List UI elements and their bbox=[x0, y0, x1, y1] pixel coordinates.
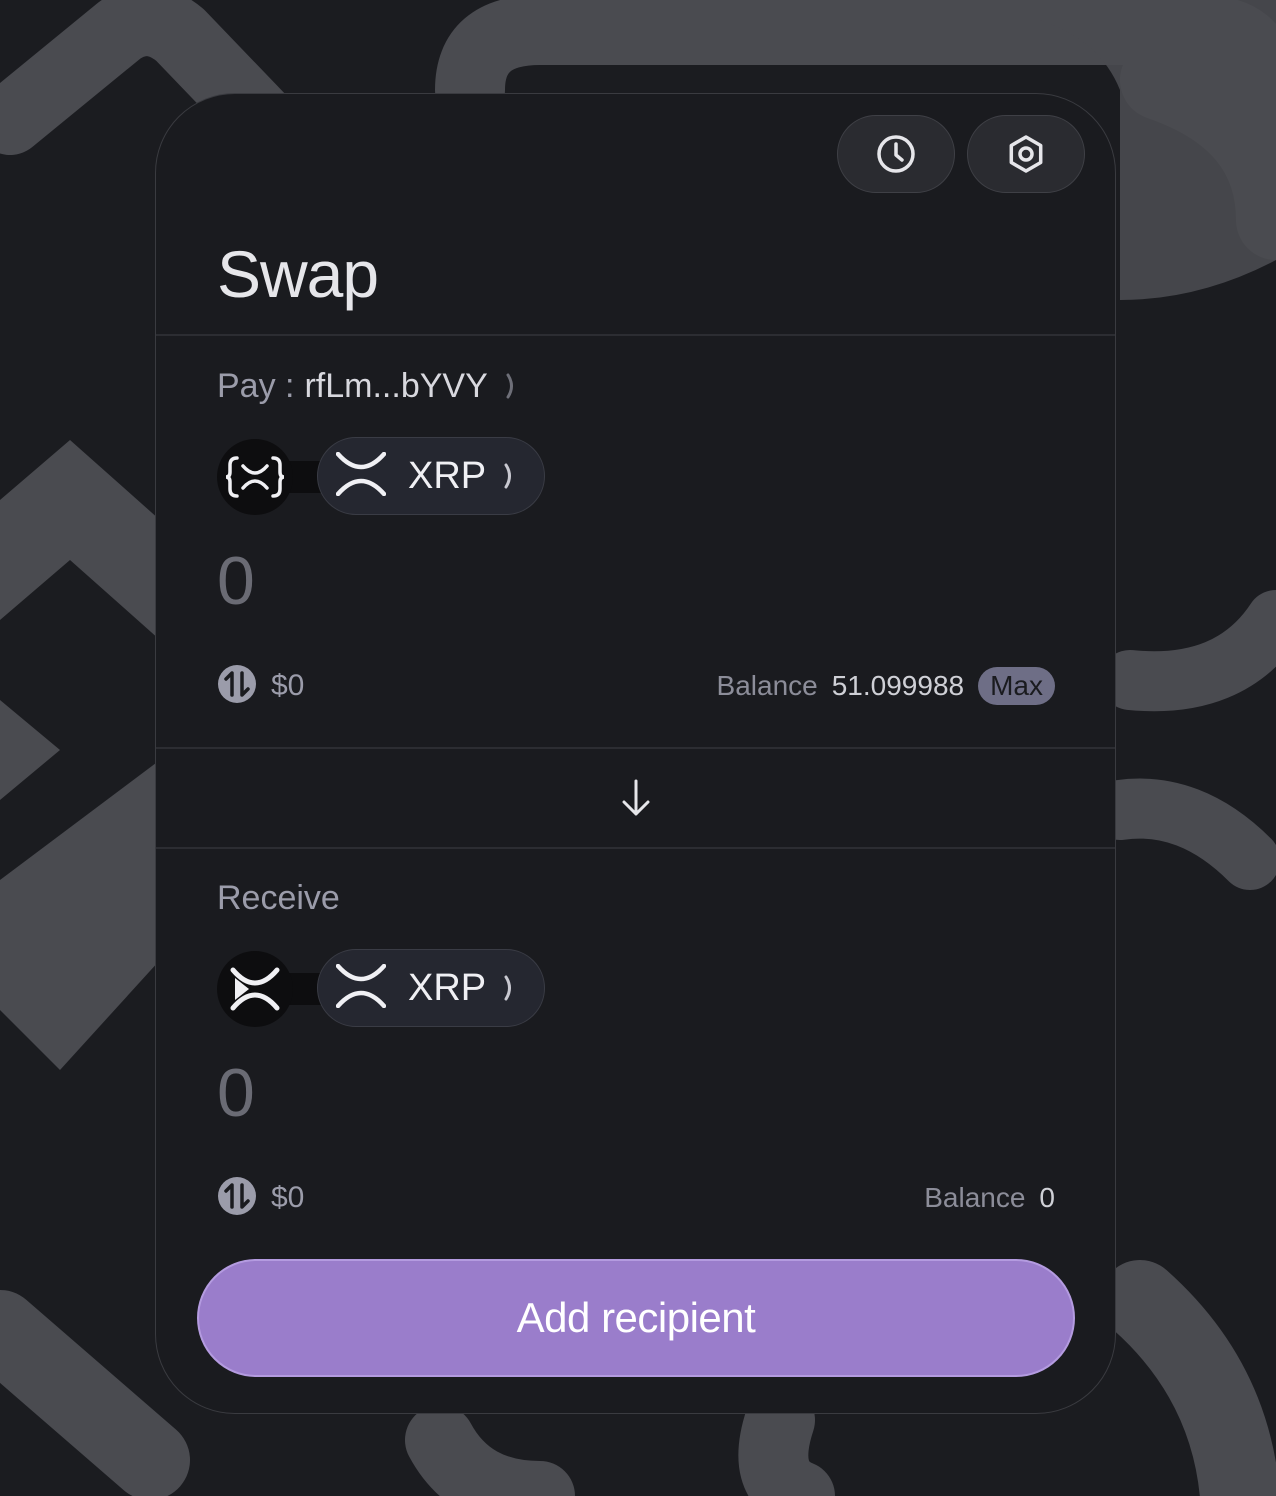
balance-label: Balance bbox=[716, 670, 818, 701]
chevron-right-icon bbox=[504, 463, 516, 489]
pay-token-selector[interactable]: XRP bbox=[317, 437, 545, 515]
xrp-icon bbox=[335, 451, 387, 501]
receive-usd-toggle[interactable]: $0 bbox=[217, 1176, 305, 1221]
chevron-right-icon bbox=[504, 975, 516, 1001]
swap-units-icon bbox=[217, 1176, 257, 1221]
receive-amount-input[interactable] bbox=[217, 1053, 917, 1133]
clock-icon bbox=[877, 135, 915, 173]
pay-token-symbol: XRP bbox=[408, 454, 487, 497]
arrow-down-icon bbox=[622, 779, 649, 816]
receive-balance: Balance 0 bbox=[924, 1178, 1055, 1218]
add-recipient-button[interactable]: Add recipient bbox=[197, 1259, 1075, 1377]
swap-card: Swap Pay : rfLm...bYVY XRP 0 $0 Balance … bbox=[155, 93, 1116, 1414]
gear-icon bbox=[1009, 135, 1043, 173]
balance-label: Balance bbox=[924, 1182, 1026, 1213]
account-address: rfLm...bYVY bbox=[304, 367, 488, 405]
xrp-icon bbox=[335, 963, 387, 1013]
balance-value: 0 bbox=[1039, 1182, 1055, 1213]
divider bbox=[156, 847, 1115, 849]
balance-value: 51.099988 bbox=[831, 670, 965, 701]
pay-balance: Balance 51.099988 Max bbox=[717, 666, 1055, 706]
receive-token-row: XRP bbox=[217, 949, 557, 1029]
pay-token-row: XRP bbox=[217, 437, 557, 517]
swap-units-icon bbox=[217, 664, 257, 709]
receive-token-selector[interactable]: XRP bbox=[317, 949, 545, 1027]
switch-zone bbox=[156, 749, 1115, 847]
pay-label: Pay : bbox=[217, 367, 295, 405]
history-button[interactable] bbox=[837, 115, 955, 193]
max-button[interactable]: Max bbox=[978, 667, 1055, 705]
receive-usd-value: $0 bbox=[271, 1181, 305, 1214]
receive-token-symbol: XRP bbox=[408, 966, 487, 1009]
pay-usd-value: $0 bbox=[271, 669, 305, 702]
pay-amount-input[interactable] bbox=[217, 541, 917, 621]
settings-button[interactable] bbox=[967, 115, 1085, 193]
page-title: Swap bbox=[217, 237, 379, 311]
chevron-right-icon bbox=[506, 373, 518, 399]
divider bbox=[156, 334, 1115, 336]
switch-direction-button[interactable] bbox=[606, 768, 666, 828]
receive-label: Receive bbox=[217, 879, 340, 917]
x-bracket-icon bbox=[217, 439, 293, 515]
pay-account-selector[interactable]: Pay : rfLm...bYVY bbox=[217, 365, 518, 407]
pay-usd-toggle[interactable]: $0 bbox=[217, 664, 305, 709]
xrp-icon bbox=[217, 951, 293, 1027]
